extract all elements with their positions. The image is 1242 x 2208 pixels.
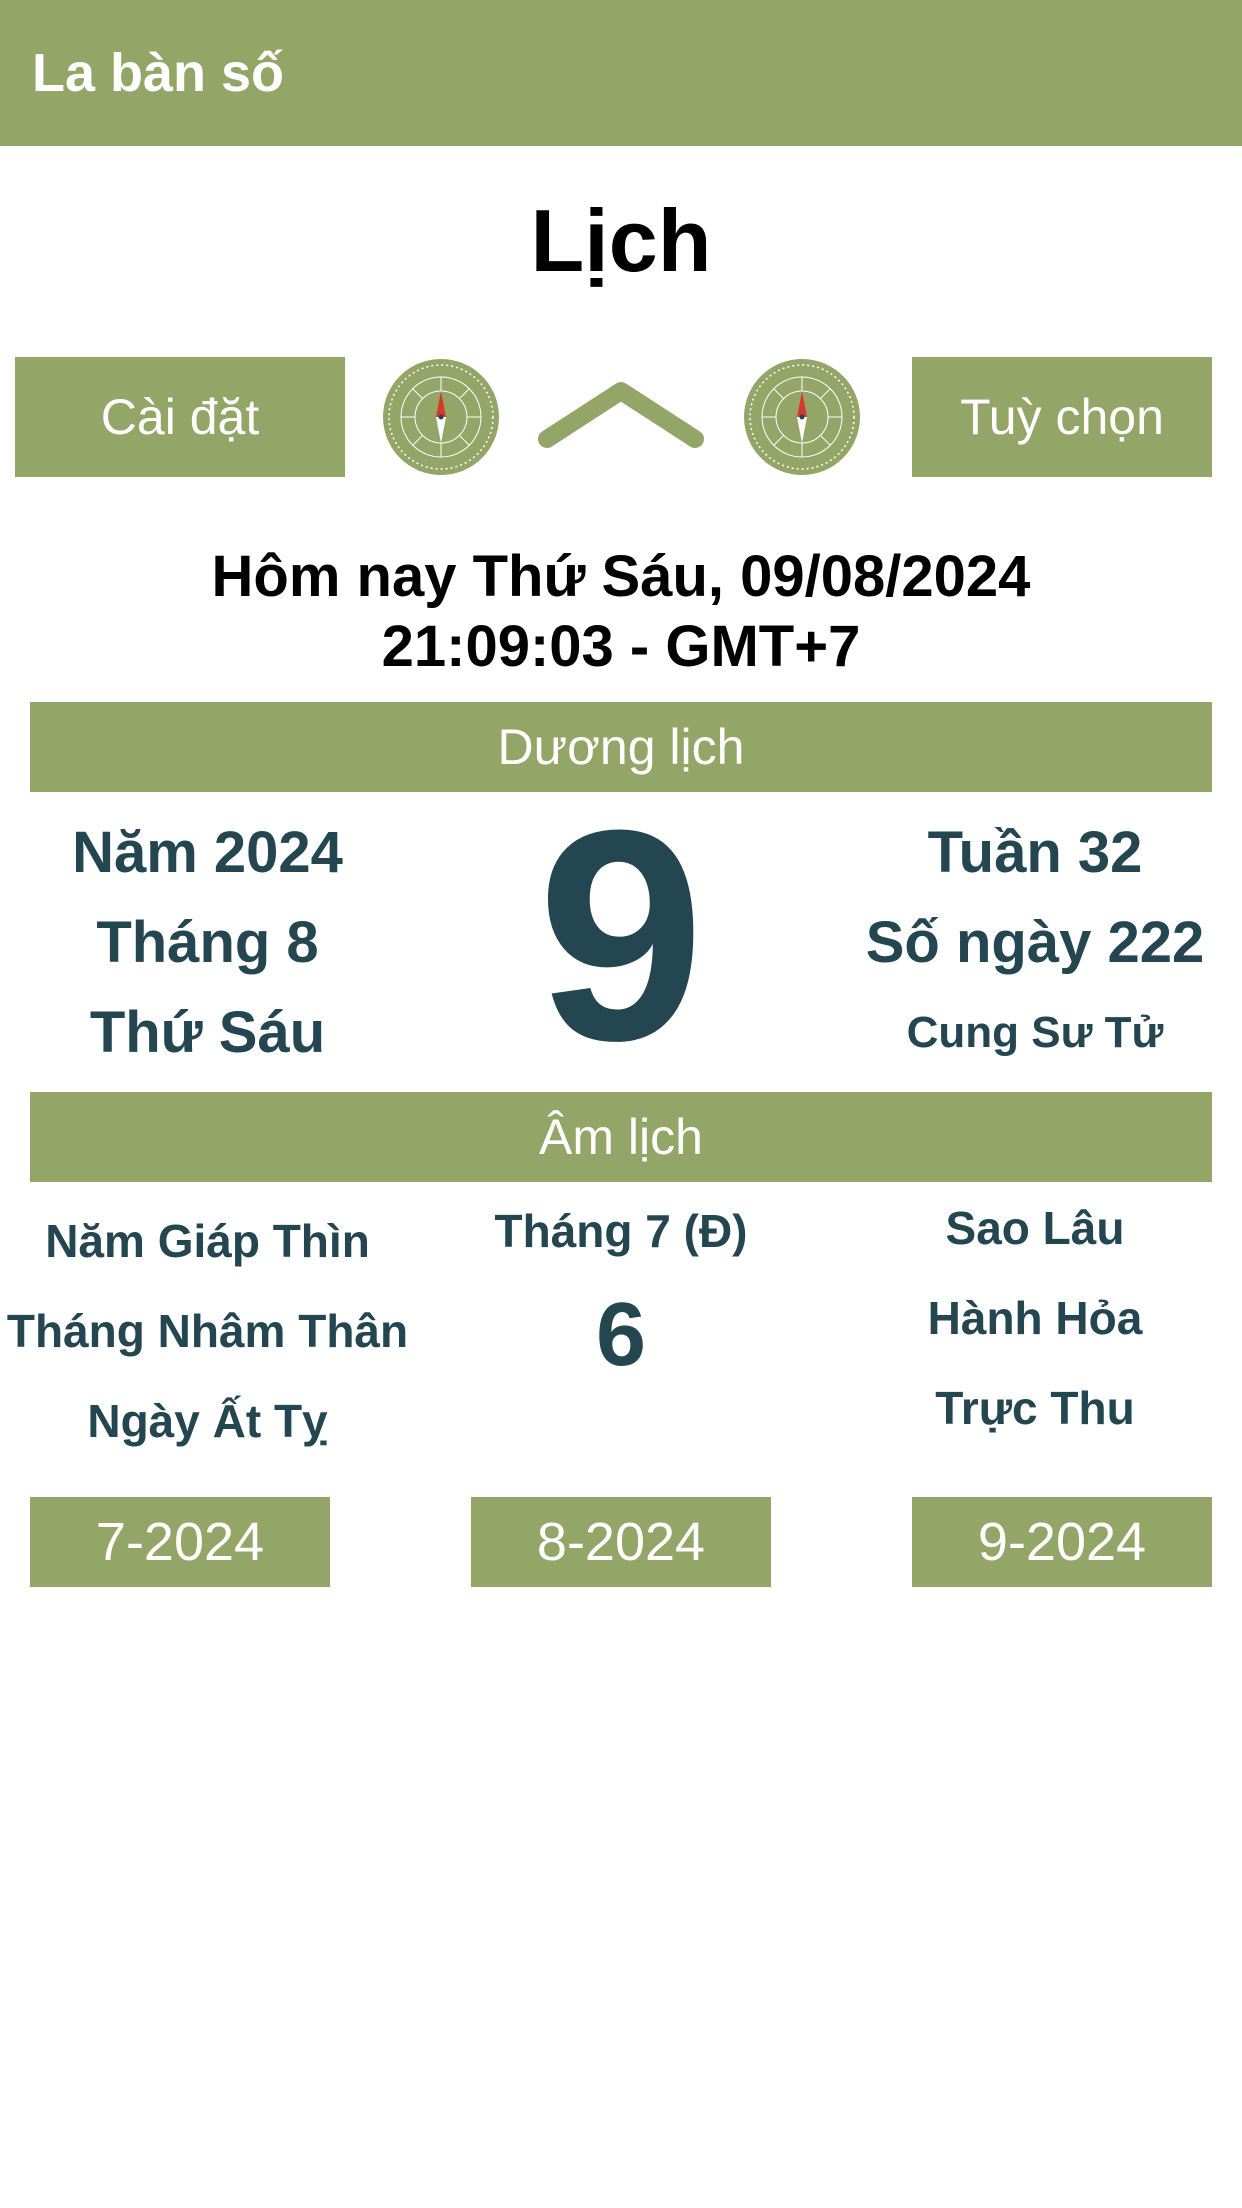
today-time: 21:09:03 - GMT+7 — [381, 614, 861, 679]
compass-icon[interactable] — [742, 357, 862, 477]
lunar-star: Sao Lâu — [945, 1202, 1125, 1254]
page-title: Lịch — [530, 191, 712, 290]
settings-button[interactable]: Cài đặt — [15, 357, 345, 477]
lunar-day-number: 6 — [595, 1285, 647, 1385]
solar-year: Năm 2024 — [72, 820, 343, 885]
day-of-year: Số ngày 222 — [865, 910, 1205, 975]
chevron-up-icon[interactable] — [535, 375, 707, 455]
lunar-month-canchi: Tháng Nhâm Thân — [6, 1305, 409, 1357]
solar-weekday: Thứ Sáu — [89, 1000, 326, 1065]
lunar-month: Tháng 7 (Đ) — [494, 1205, 748, 1257]
solar-month: Tháng 8 — [96, 910, 319, 975]
today-date: Hôm nay Thứ Sáu, 09/08/2024 — [211, 544, 1031, 609]
lunar-truc: Trực Thu — [935, 1382, 1135, 1434]
solar-day-number: 9 — [537, 767, 705, 1103]
week-number: Tuần 32 — [927, 820, 1143, 885]
next-month-button[interactable]: 9-2024 — [912, 1497, 1212, 1587]
compass-icon[interactable] — [381, 357, 501, 477]
zodiac-sign: Cung Sư Tử — [906, 1008, 1164, 1057]
current-month-button[interactable]: 8-2024 — [471, 1497, 771, 1587]
app-title: La bàn số — [32, 43, 285, 103]
options-button[interactable]: Tuỳ chọn — [912, 357, 1212, 477]
lunar-day-canchi: Ngày Ất Tỵ — [87, 1395, 328, 1447]
lunar-element: Hành Hỏa — [927, 1292, 1143, 1344]
prev-month-button[interactable]: 7-2024 — [30, 1497, 330, 1587]
app-bar: La bàn số — [0, 0, 1242, 146]
lunar-calendar-header: Âm lịch — [30, 1092, 1212, 1182]
lunar-year: Năm Giáp Thìn — [45, 1215, 370, 1267]
